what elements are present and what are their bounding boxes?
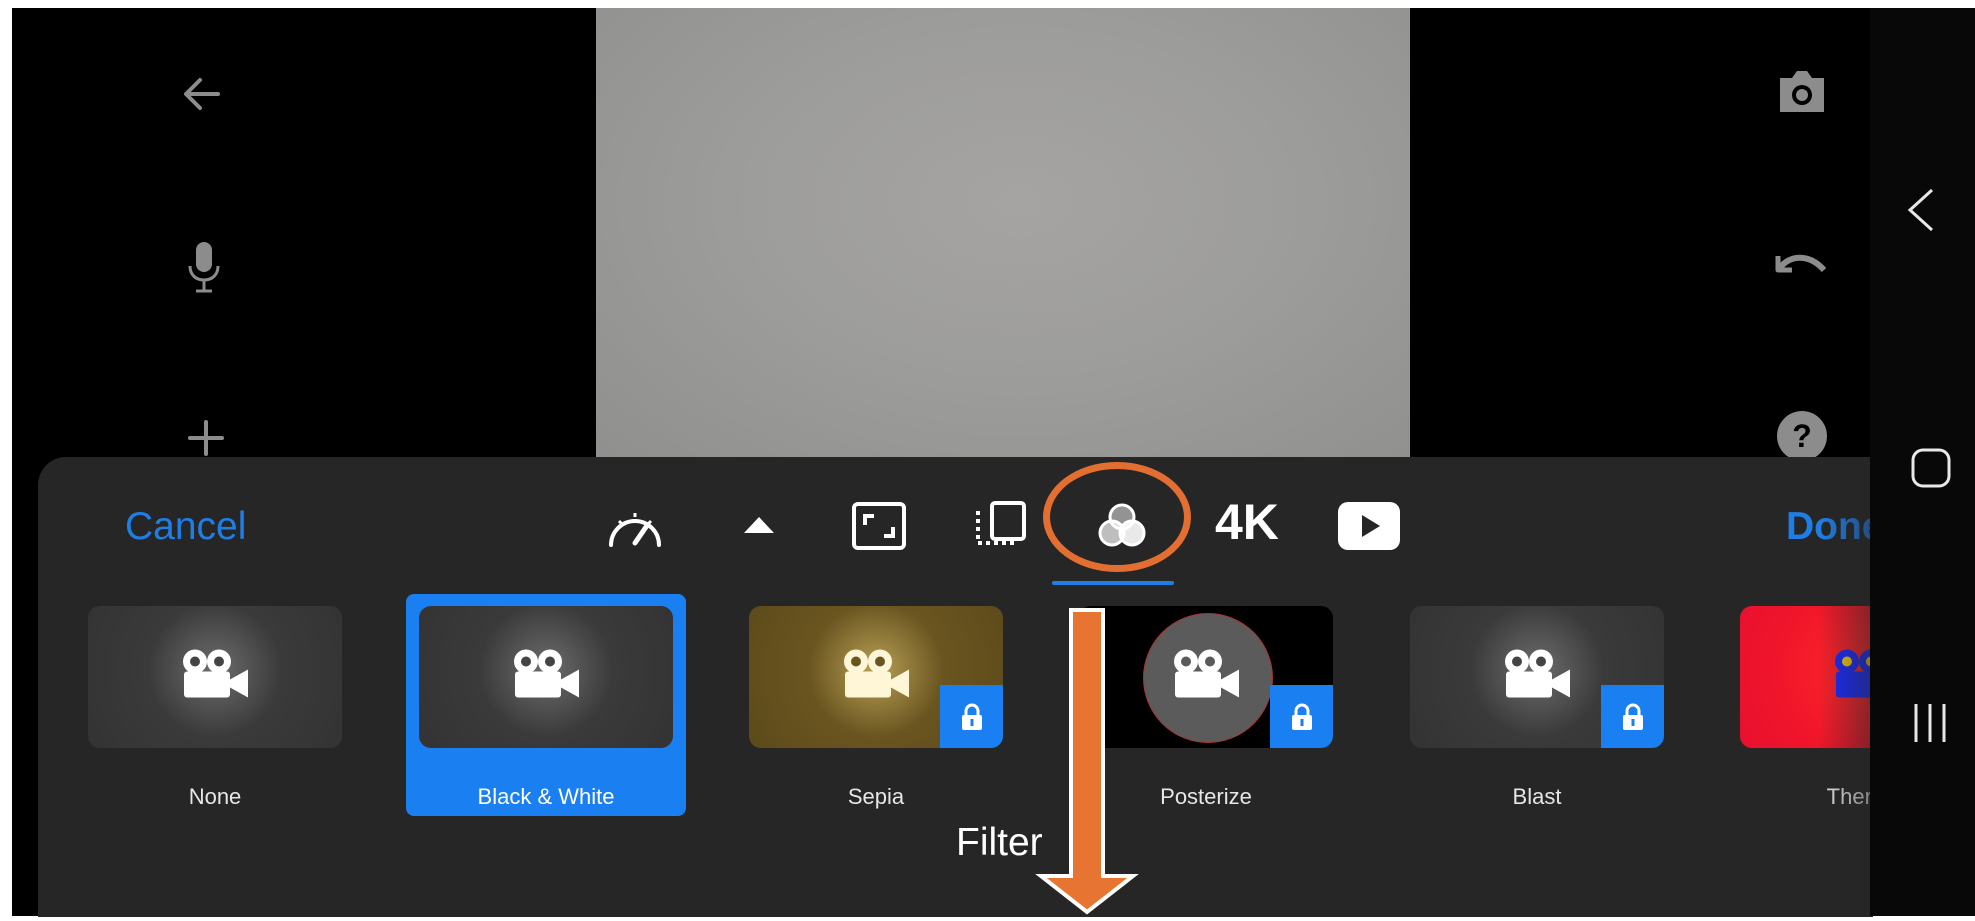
flip-icon[interactable]: [974, 499, 1028, 558]
filter-card-blast[interactable]: Blast: [1409, 606, 1665, 809]
filter-label: Blast: [1512, 784, 1562, 809]
filter-panel: Cancel 4K Done None Black & Whi: [38, 457, 1975, 917]
video-camera-icon: [1169, 648, 1243, 707]
filter-label: Sepia: [847, 784, 905, 809]
filter-card-none[interactable]: None: [87, 606, 343, 809]
edge-fade: [1818, 457, 1873, 917]
filter-card-black-white[interactable]: Black & White: [406, 594, 686, 816]
filter-label: Black & White: [477, 784, 615, 809]
active-tab-indicator: [1052, 581, 1174, 585]
svg-text:?: ?: [1792, 418, 1812, 454]
microphone-icon[interactable]: [184, 240, 224, 301]
filter-thumbnail: [1410, 606, 1664, 748]
resolution-4k-button[interactable]: 4K: [1215, 493, 1279, 551]
lock-icon: [1601, 685, 1664, 748]
camera-icon[interactable]: [1774, 66, 1830, 121]
filter-thumbnail: [419, 606, 673, 748]
play-icon[interactable]: [1337, 501, 1401, 556]
filter-thumbnail: [749, 606, 1003, 748]
video-camera-icon: [178, 648, 252, 707]
collapse-icon[interactable]: [742, 515, 776, 540]
video-camera-icon: [839, 648, 913, 707]
back-arrow-icon[interactable]: [178, 70, 226, 123]
annotation-arrow: [1034, 606, 1140, 921]
speed-icon[interactable]: [606, 503, 664, 556]
undo-icon[interactable]: [1774, 246, 1830, 291]
nav-back-icon[interactable]: [1906, 188, 1936, 237]
nav-recents-icon[interactable]: [1910, 702, 1950, 749]
nav-home-icon[interactable]: [1911, 448, 1951, 493]
lock-icon: [940, 685, 1003, 748]
video-camera-icon: [509, 648, 583, 707]
filter-thumbnail: [88, 606, 342, 748]
video-camera-icon: [1500, 648, 1574, 707]
lock-icon: [1270, 685, 1333, 748]
cancel-button[interactable]: Cancel: [125, 505, 246, 549]
crop-icon[interactable]: [851, 501, 907, 556]
annotation-label: Filter: [956, 821, 1043, 864]
filter-label: None: [188, 784, 242, 809]
system-nav-bar: [1870, 8, 1975, 916]
video-preview: [596, 8, 1410, 470]
highlight-ellipse: [1043, 462, 1191, 572]
filter-card-sepia[interactable]: Sepia: [748, 606, 1004, 809]
